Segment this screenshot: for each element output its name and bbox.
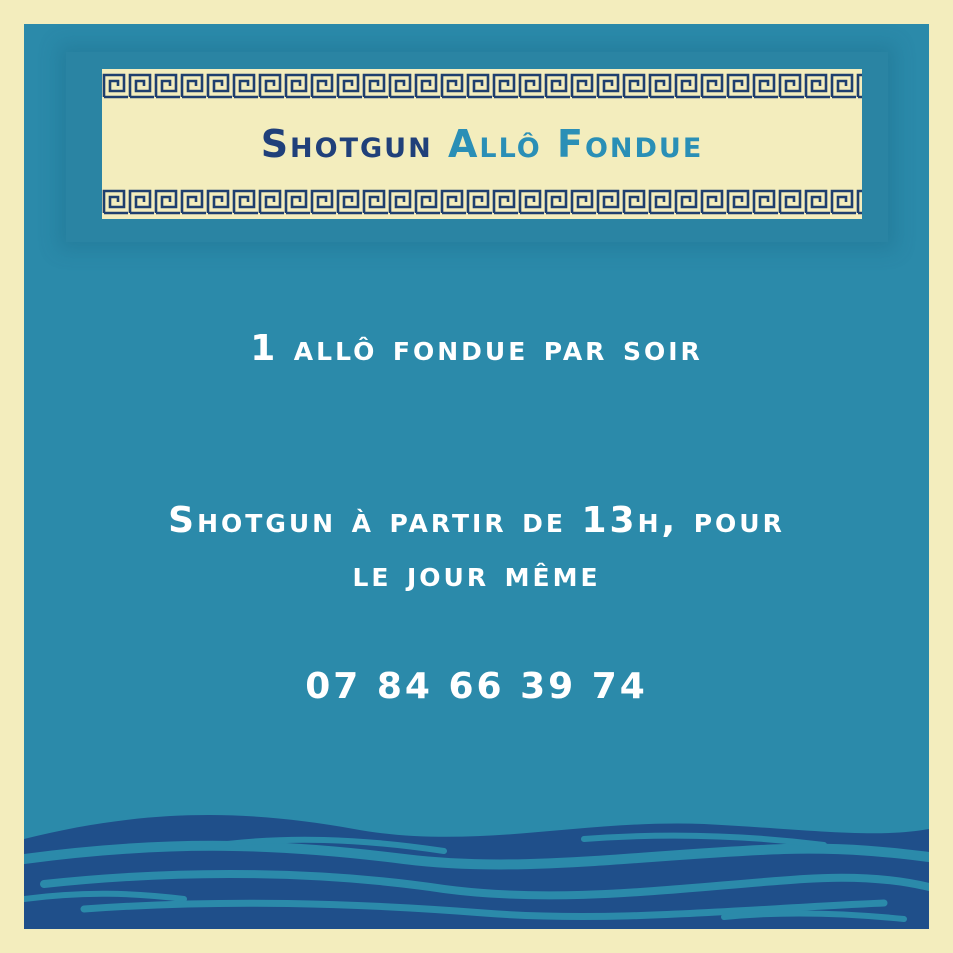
greek-key-border-top — [102, 73, 862, 99]
title-banner: Shotgun Allô Fondue — [102, 69, 862, 219]
greek-key-border-bottom — [102, 189, 862, 215]
poster: Shotgun Allô Fondue 1 allô fondue par so… — [0, 0, 953, 953]
shotgun-time-text: Shotgun à partir de 13h, pour — [168, 500, 785, 541]
banner-title-fondue: Fondue — [557, 122, 704, 166]
same-day-text: le jour même — [352, 554, 601, 595]
sea-waves-decoration — [24, 815, 929, 929]
blue-panel: Shotgun Allô Fondue 1 allô fondue par so… — [24, 24, 929, 929]
phone-number: 07 84 66 39 74 — [305, 666, 648, 707]
banner-title-shotgun: Shotgun — [260, 122, 433, 166]
banner-title: Shotgun Allô Fondue — [102, 109, 862, 179]
banner-title-allo: Allô — [447, 122, 542, 166]
fondue-per-night-text: 1 allô fondue par soir — [250, 328, 703, 369]
